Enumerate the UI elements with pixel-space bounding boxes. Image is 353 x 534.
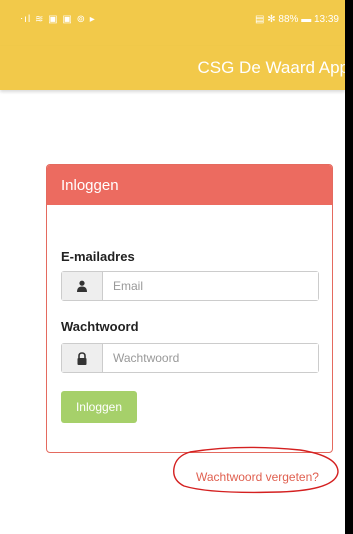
status-bar: ⋅ıl ≋ ▣ ▣ ⊚ ▸ ▤ ✻ 88% ▬ 13:39 [0, 0, 345, 46]
email-label: E-mailadres [61, 249, 135, 264]
password-label: Wachtwoord [61, 319, 139, 334]
forgot-password-link[interactable]: Wachtwoord vergeten? [196, 470, 319, 484]
phone-screen: ⋅ıl ≋ ▣ ▣ ⊚ ▸ ▤ ✻ 88% ▬ 13:39 CSG De Waa… [0, 0, 345, 534]
password-input-group [61, 343, 319, 373]
app-title: CSG De Waard App [197, 58, 346, 77]
login-card: Inloggen E-mailadres Wachtwoord Inloggen [46, 164, 333, 453]
status-icons-right: ▤ ✻ 88% ▬ 13:39 [255, 14, 339, 25]
login-button[interactable]: Inloggen [61, 391, 137, 423]
app-bar: CSG De Waard App [0, 46, 345, 90]
status-icons-left: ⋅ıl ≋ ▣ ▣ ⊚ ▸ [20, 14, 96, 25]
email-input-group [61, 271, 319, 301]
user-icon [62, 272, 103, 300]
login-title: Inloggen [61, 177, 119, 194]
password-input[interactable] [103, 344, 318, 372]
email-input[interactable] [103, 272, 318, 300]
lock-icon [62, 344, 103, 372]
login-card-header: Inloggen [47, 165, 332, 205]
